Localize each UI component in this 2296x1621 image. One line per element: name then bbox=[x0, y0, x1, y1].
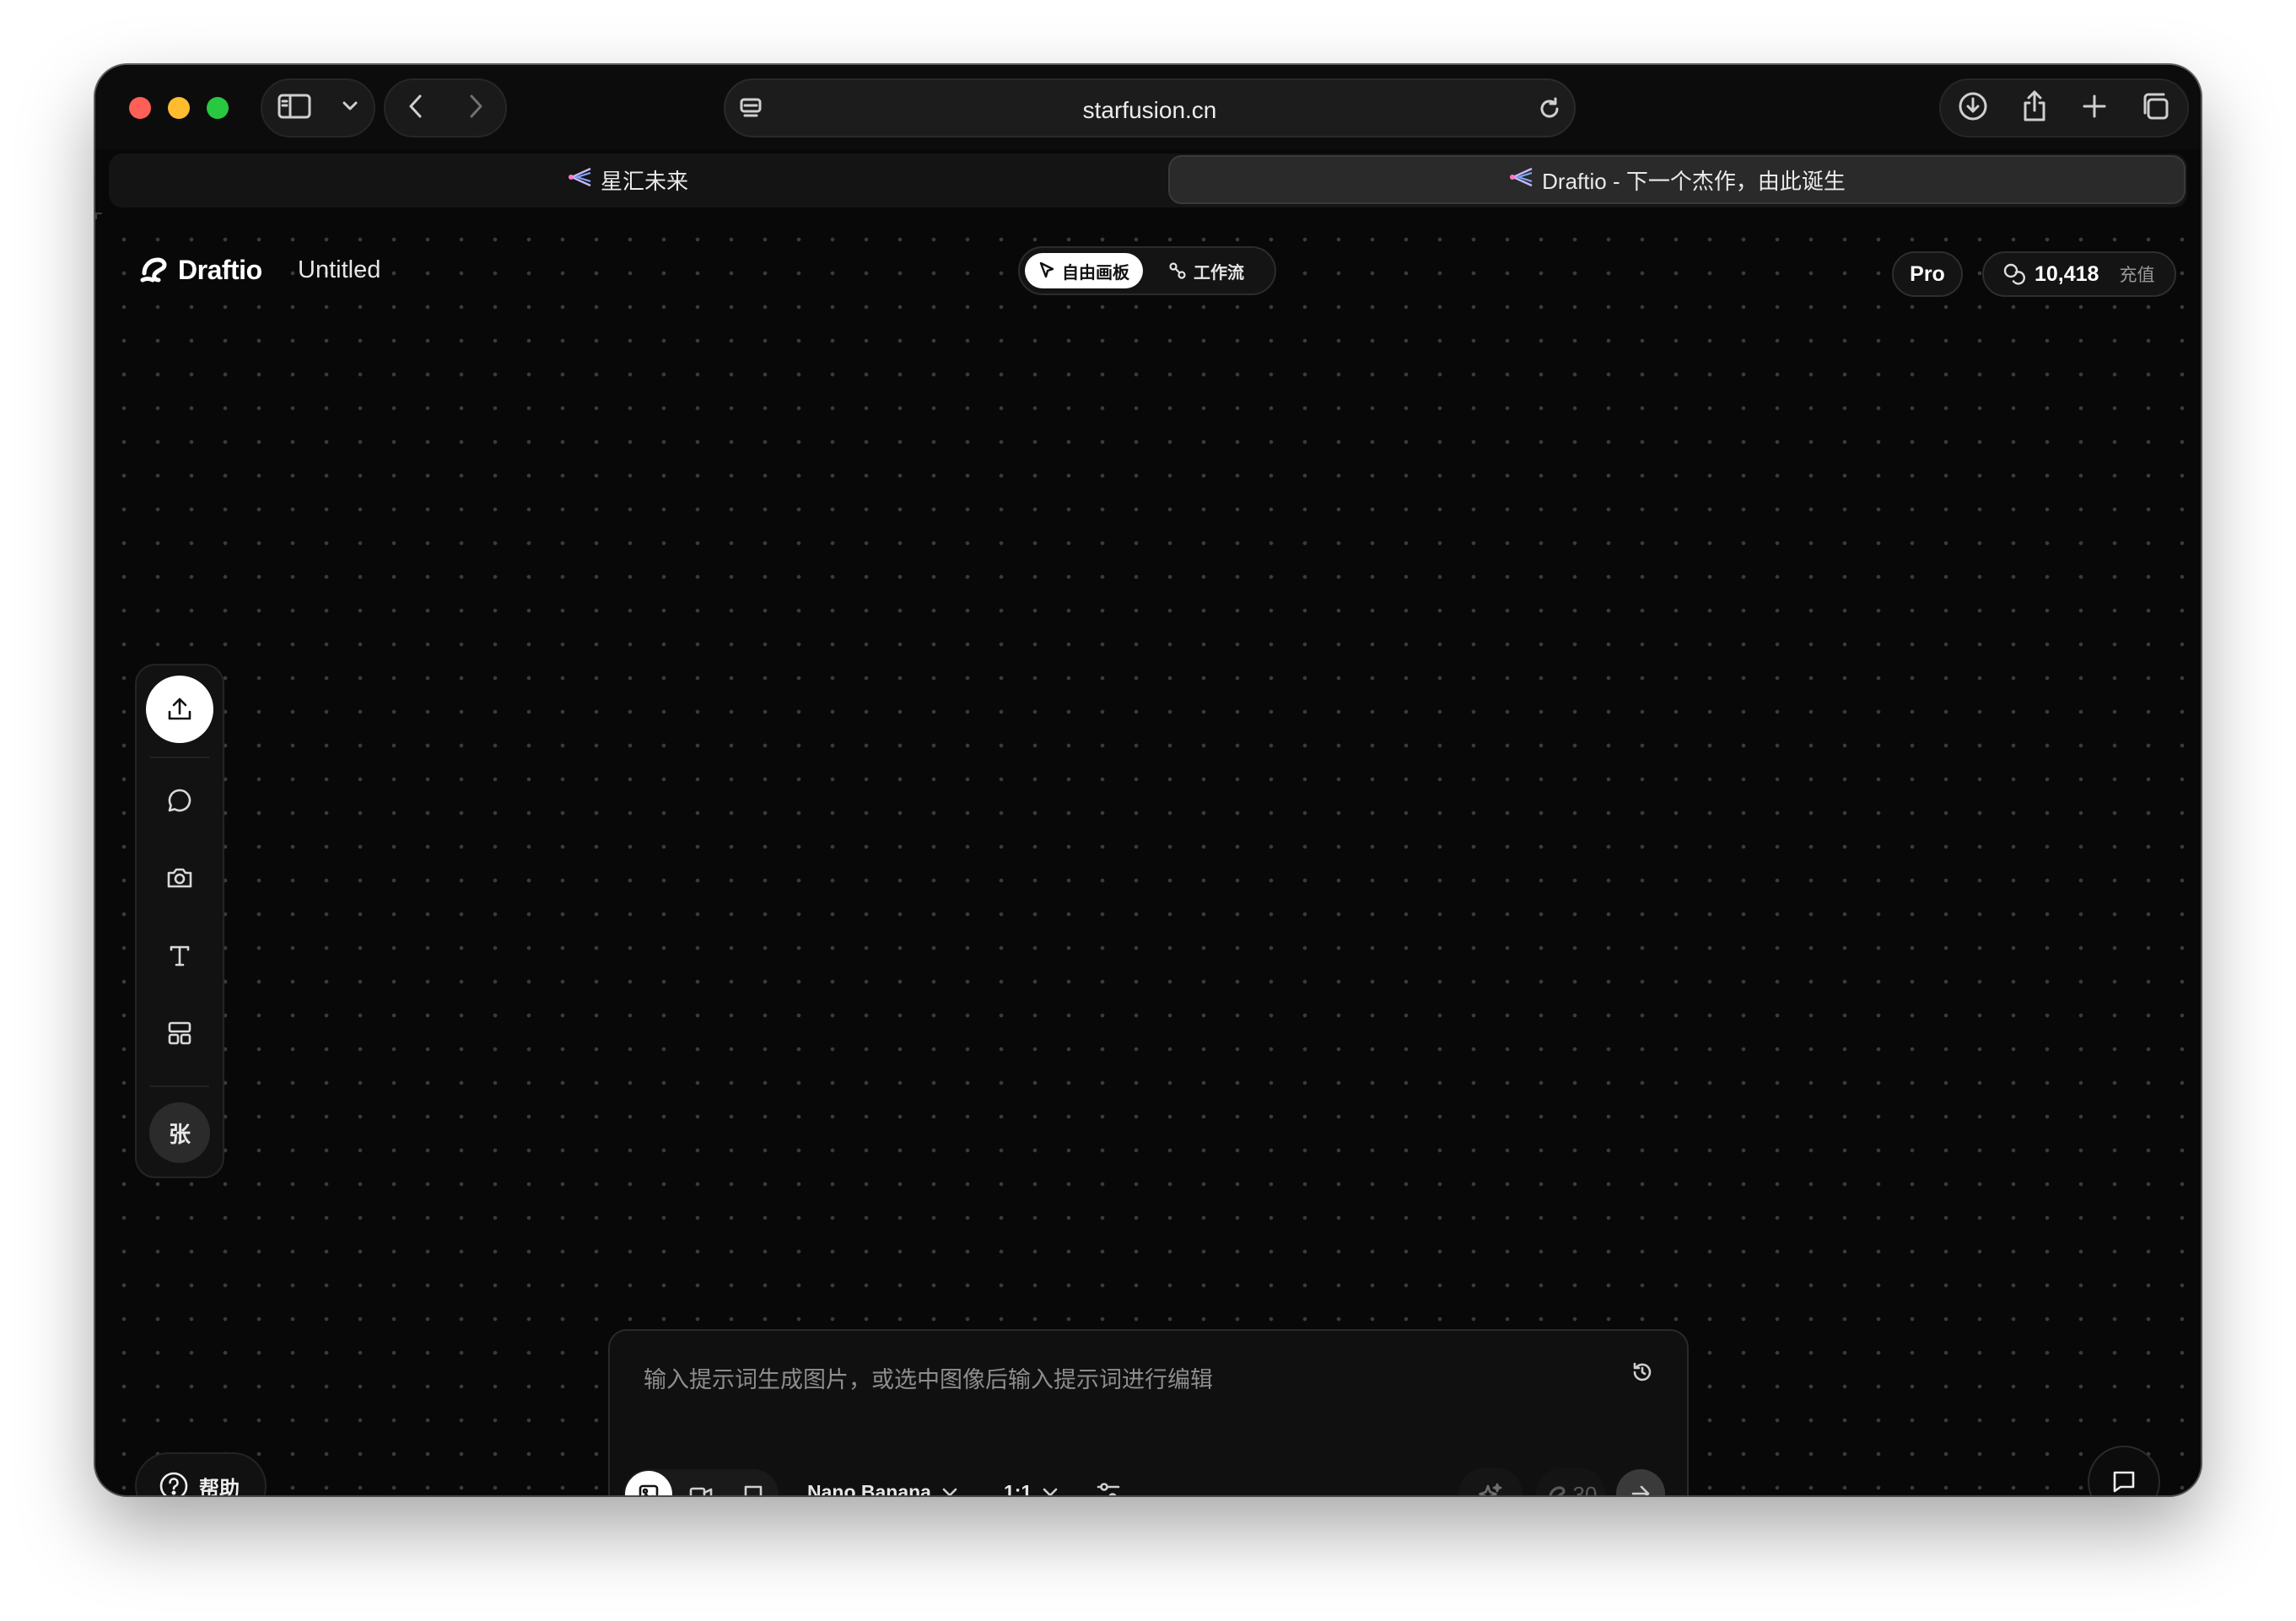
tab-label: 星汇未来 bbox=[600, 168, 688, 194]
credits-count: 10,418 bbox=[2035, 261, 2099, 286]
video-icon bbox=[689, 1487, 713, 1495]
chat-icon bbox=[2113, 1471, 2135, 1493]
minimize-window-button[interactable] bbox=[168, 97, 190, 119]
browser-window: starfusion.cn 星汇未来 Draftio - 下一个杰作，由此诞生 … bbox=[95, 65, 2201, 1495]
mode-switch: 自由画板 工作流 bbox=[1018, 246, 1276, 295]
camera-tool-button[interactable] bbox=[154, 853, 205, 903]
media-type-switch bbox=[623, 1469, 779, 1495]
browser-actions-group bbox=[1939, 78, 2189, 137]
tab-xinghui[interactable]: 星汇未来 bbox=[109, 155, 1146, 204]
sparkle-icon bbox=[1479, 1483, 1502, 1495]
settings-sliders-icon[interactable] bbox=[1096, 1479, 1121, 1495]
send-button[interactable] bbox=[1616, 1469, 1665, 1495]
sidebar-control-group bbox=[261, 78, 375, 137]
url-text: starfusion.cn bbox=[1082, 97, 1217, 123]
close-window-button[interactable] bbox=[129, 97, 151, 119]
forward-arrow-icon[interactable] bbox=[467, 94, 484, 123]
text-tool-button[interactable] bbox=[154, 930, 205, 981]
help-button[interactable]: 帮助 bbox=[135, 1452, 267, 1495]
sidebar-toggle-icon[interactable] bbox=[278, 94, 311, 123]
history-icon[interactable] bbox=[1631, 1361, 1653, 1387]
zoom-window-button[interactable] bbox=[207, 97, 229, 119]
left-toolbar: 张 bbox=[135, 664, 224, 1178]
tab-draftio[interactable]: Draftio - 下一个杰作，由此诞生 bbox=[1168, 155, 2186, 204]
reload-icon[interactable] bbox=[1539, 97, 1560, 121]
site-favicon-icon bbox=[1508, 166, 1533, 194]
mode-label: 自由画板 bbox=[1062, 263, 1129, 283]
browser-titlebar: starfusion.cn bbox=[95, 65, 2201, 149]
draftio-logo-icon bbox=[140, 257, 167, 283]
cost-value: 30 bbox=[1572, 1481, 1598, 1496]
coins-icon bbox=[2003, 263, 2025, 285]
download-icon[interactable] bbox=[1958, 91, 1988, 126]
image-mode-button[interactable] bbox=[625, 1471, 672, 1495]
user-avatar[interactable]: 张 bbox=[149, 1102, 210, 1163]
aspect-ratio-value: 1:1 bbox=[1004, 1481, 1032, 1495]
credits-button[interactable]: 10,418 充值 bbox=[1982, 251, 2176, 297]
workflow-icon bbox=[1169, 262, 1186, 279]
generation-cost: 30 bbox=[1536, 1468, 1605, 1495]
prompt-input[interactable]: 输入提示词生成图片，或选中图像后输入提示词进行编辑 bbox=[644, 1361, 1213, 1394]
video-mode-button[interactable] bbox=[677, 1471, 725, 1495]
model-name: Nano Banana bbox=[807, 1481, 931, 1495]
toolbar-divider bbox=[150, 1085, 209, 1087]
mode-label: 工作流 bbox=[1194, 263, 1244, 283]
model-selector[interactable]: Nano Banana bbox=[807, 1481, 958, 1495]
logo-text: Draftio bbox=[178, 254, 262, 285]
document-title[interactable]: Untitled bbox=[298, 256, 380, 284]
back-arrow-icon[interactable] bbox=[407, 94, 424, 123]
help-label: 帮助 bbox=[199, 1477, 240, 1496]
tab-label: Draftio - 下一个杰作，由此诞生 bbox=[1542, 168, 1846, 194]
help-icon bbox=[159, 1472, 188, 1495]
pro-badge[interactable]: Pro bbox=[1892, 251, 1963, 297]
topup-label: 充值 bbox=[2119, 266, 2155, 285]
arrow-right-icon bbox=[1631, 1485, 1650, 1495]
dot-grid-background bbox=[95, 213, 2201, 1495]
tab-overview-icon[interactable] bbox=[2140, 91, 2170, 126]
layout-icon bbox=[168, 1021, 191, 1045]
enhance-prompt-button[interactable] bbox=[1458, 1468, 1523, 1495]
chevron-down-icon[interactable] bbox=[342, 100, 358, 116]
cursor-icon bbox=[1039, 261, 1054, 278]
site-favicon-icon bbox=[567, 166, 592, 194]
aspect-ratio-selector[interactable]: 1:1 bbox=[1004, 1481, 1059, 1495]
prompt-panel: 输入提示词生成图片，或选中图像后输入提示词进行编辑 Nano Banana 1:… bbox=[608, 1329, 1689, 1495]
new-tab-icon[interactable] bbox=[2082, 94, 2107, 123]
mode-workflow-button[interactable]: 工作流 bbox=[1155, 253, 1258, 288]
share-icon[interactable] bbox=[2021, 90, 2048, 127]
chat-mode-button[interactable] bbox=[730, 1471, 777, 1495]
upload-icon bbox=[168, 697, 191, 720]
navigation-group bbox=[384, 78, 507, 137]
image-icon bbox=[639, 1484, 659, 1495]
text-icon bbox=[170, 945, 190, 967]
credit-icon bbox=[1549, 1486, 1566, 1495]
message-icon bbox=[744, 1485, 763, 1495]
comment-tool-button[interactable] bbox=[154, 775, 205, 826]
upload-button[interactable] bbox=[146, 676, 213, 743]
chat-bubble-icon bbox=[168, 789, 191, 812]
app-logo[interactable]: Draftio bbox=[137, 253, 262, 287]
template-tool-button[interactable] bbox=[154, 1008, 205, 1058]
chevron-down-icon bbox=[942, 1488, 957, 1495]
chevron-down-icon bbox=[1043, 1488, 1058, 1495]
address-bar[interactable]: starfusion.cn bbox=[724, 78, 1576, 137]
mode-freeboard-button[interactable]: 自由画板 bbox=[1025, 253, 1143, 288]
camera-icon bbox=[167, 868, 192, 888]
toolbar-divider bbox=[150, 757, 209, 758]
tab-bar: 星汇未来 Draftio - 下一个杰作，由此诞生 bbox=[109, 153, 2187, 207]
drawing-canvas[interactable]: Draftio Untitled 自由画板 工作流 Pro 10,418 充值 bbox=[95, 213, 2201, 1495]
